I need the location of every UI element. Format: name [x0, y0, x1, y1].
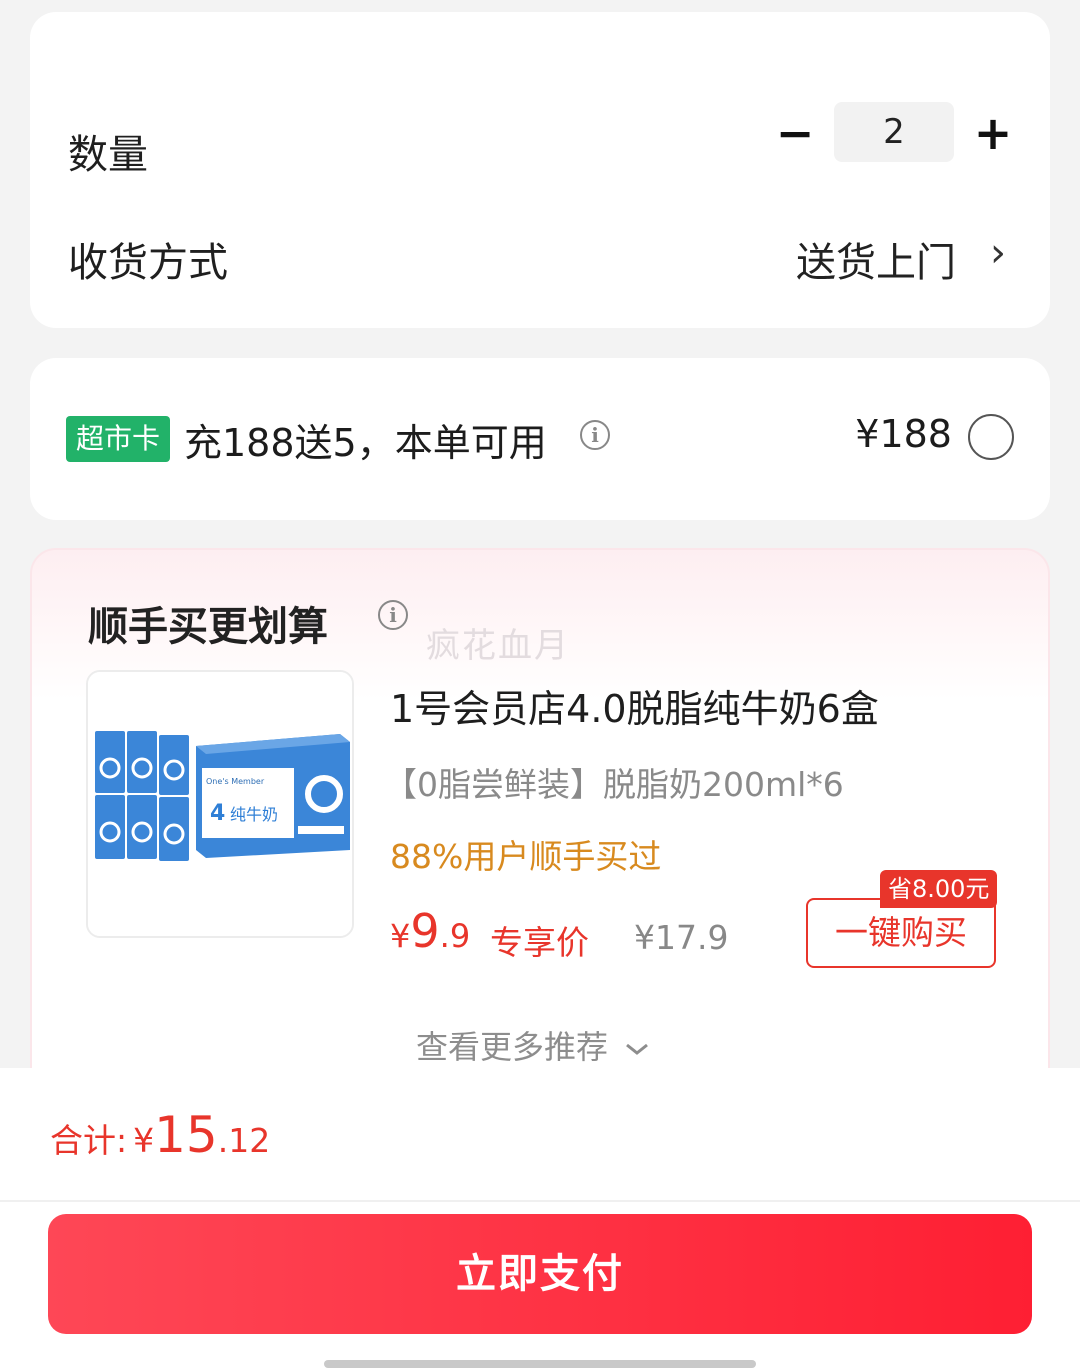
one-click-buy-button[interactable]: 一键购买 — [806, 898, 996, 968]
total-symbol: ¥ — [133, 1121, 155, 1160]
total-decimal: .12 — [217, 1121, 271, 1160]
quantity-increase-button[interactable]: + — [968, 108, 1018, 158]
order-options-card: 数量 − 2 + 收货方式 送货上门 › — [30, 12, 1050, 328]
supermarket-card-radio[interactable] — [968, 414, 1014, 460]
info-icon[interactable]: i — [378, 600, 408, 630]
milk-box-image: One's Member 4 纯牛奶 — [88, 672, 352, 936]
product-spec: 【0脂尝鲜装】脱脂奶200ml*6 — [384, 765, 844, 804]
home-indicator[interactable] — [324, 1360, 756, 1368]
shipping-method-label: 收货方式 — [68, 240, 228, 286]
watermark-text: 疯花血月 — [426, 626, 570, 666]
quantity-value[interactable]: 2 — [834, 102, 954, 162]
product-price: ¥9.9 — [390, 904, 470, 958]
price-label: 专享价 — [490, 923, 589, 962]
view-more-label: 查看更多推荐 — [416, 1028, 609, 1066]
total-integer: 15 — [154, 1106, 218, 1164]
price-integer: 9 — [410, 904, 440, 958]
recommendation-title: 顺手买更划算 — [88, 604, 328, 650]
chevron-down-icon — [626, 1043, 649, 1055]
shipping-method-value[interactable]: 送货上门 — [796, 230, 956, 288]
order-total: 合计: ¥15.12 — [50, 1106, 270, 1164]
price-symbol: ¥ — [390, 917, 411, 955]
original-price: ¥17.9 — [634, 918, 729, 957]
pay-now-button[interactable]: 立即支付 — [48, 1214, 1032, 1334]
supermarket-card-row[interactable]: 超市卡 充188送5，本单可用 i ¥188 — [30, 358, 1050, 520]
quantity-decrease-button[interactable]: − — [770, 108, 820, 158]
product-image-label: 纯牛奶 — [230, 805, 278, 824]
checkout-footer: 合计: ¥15.12 立即支付 — [0, 1068, 1080, 1371]
product-title[interactable]: 1号会员店4.0脱脂纯牛奶6盒 — [390, 678, 879, 733]
savings-badge: 省8.00元 — [880, 870, 998, 908]
view-more-recommendations-link[interactable]: 查看更多推荐 — [416, 1022, 650, 1068]
quantity-label: 数量 — [68, 132, 148, 178]
chevron-right-icon[interactable]: › — [990, 230, 1006, 276]
svg-text:4: 4 — [210, 801, 225, 826]
info-icon[interactable]: i — [580, 420, 610, 450]
footer-divider — [0, 1200, 1080, 1202]
product-image-brand: One's Member — [206, 777, 265, 786]
total-label: 合计: — [50, 1121, 128, 1160]
product-image[interactable]: One's Member 4 纯牛奶 — [86, 670, 354, 938]
supermarket-card-promo: 充188送5，本单可用 — [184, 421, 547, 465]
recommendation-card: 顺手买更划算 i 疯花血月 One's Member 4 纯牛奶 1号会员店4.… — [30, 548, 1050, 1108]
price-decimal: .9 — [439, 917, 471, 955]
social-proof-text: 88%用户顺手买过 — [390, 837, 662, 876]
supermarket-card-tag: 超市卡 — [66, 416, 170, 462]
supermarket-card-price: ¥188 — [855, 412, 952, 456]
